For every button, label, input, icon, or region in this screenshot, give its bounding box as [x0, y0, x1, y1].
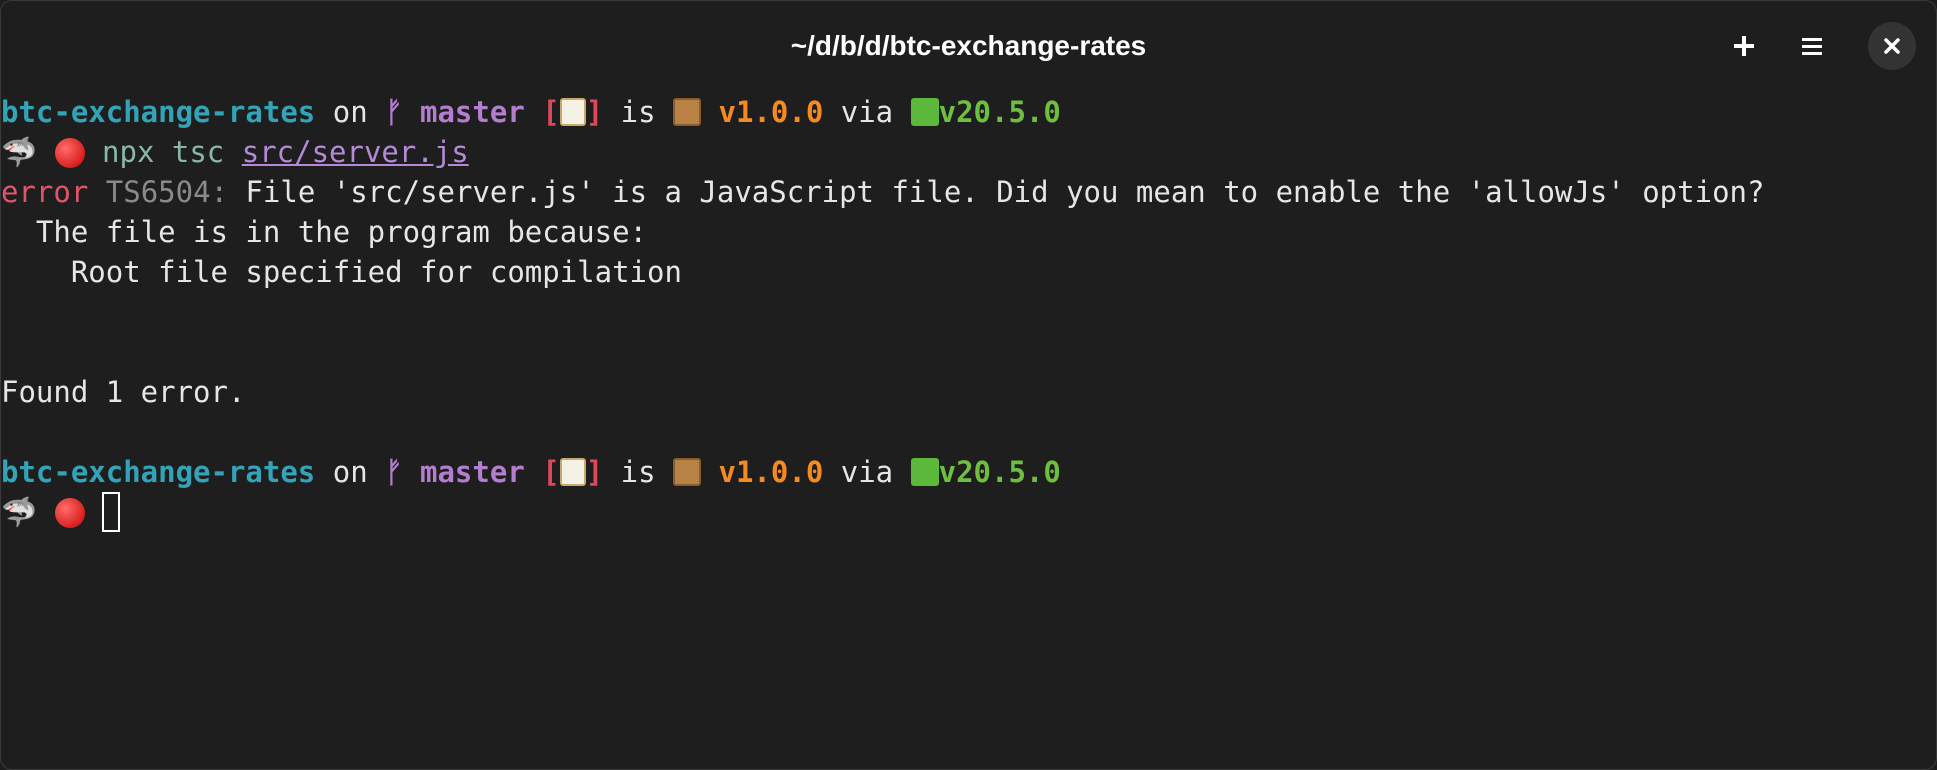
package-icon	[673, 458, 702, 486]
nodejs-icon	[910, 98, 939, 126]
command-arg-link[interactable]: src/server.js	[242, 135, 469, 169]
prompt-is: is	[620, 95, 656, 129]
prompt-via: via	[840, 455, 894, 489]
status-close: ]	[585, 455, 604, 489]
prompt-on: on	[332, 95, 368, 129]
command-line: 🦈 npx tsc src/server.js	[1, 132, 469, 172]
prompt-directory: btc-exchange-rates	[1, 95, 316, 129]
error-word: error	[1, 175, 89, 209]
prompt-line: btc-exchange-rates on ᚠ master [] is v1.…	[1, 92, 1061, 132]
git-branch-icon: ᚠ	[385, 95, 403, 129]
error-line: error TS6504: File 'src/server.js' is a …	[1, 172, 1764, 212]
close-icon	[1884, 38, 1900, 54]
package-version: v1.0.0	[718, 455, 824, 489]
memo-icon	[559, 458, 586, 486]
memo-icon	[559, 98, 586, 126]
red-circle-icon	[54, 498, 85, 528]
shark-icon: 🦈	[1, 135, 38, 169]
text-cursor[interactable]	[102, 492, 121, 532]
prompt-directory: btc-exchange-rates	[1, 455, 316, 489]
shark-icon: 🦈	[1, 495, 38, 529]
input-line[interactable]: 🦈	[1, 492, 121, 532]
window-title: ~/d/b/d/btc-exchange-rates	[790, 30, 1147, 61]
close-button[interactable]	[1868, 22, 1916, 70]
prompt-is: is	[620, 455, 656, 489]
prompt-branch: master	[420, 95, 525, 129]
terminal-output[interactable]: btc-exchange-rates on ᚠ master [] is v1.…	[1, 91, 1936, 769]
error-detail-line: The file is in the program because:	[1, 215, 648, 249]
new-tab-button[interactable]	[1720, 22, 1768, 70]
node-version: v20.5.0	[938, 455, 1061, 489]
prompt-line-2: btc-exchange-rates on ᚠ master [] is v1.…	[1, 452, 1061, 492]
error-code: TS6504:	[105, 175, 228, 209]
red-circle-icon	[54, 138, 85, 168]
command-name: npx tsc	[102, 135, 225, 169]
prompt-on: on	[332, 455, 368, 489]
package-icon	[673, 98, 702, 126]
status-close: ]	[585, 95, 604, 129]
nodejs-icon	[910, 458, 939, 486]
title-bar: ~/d/b/d/btc-exchange-rates	[1, 1, 1936, 91]
prompt-via: via	[840, 95, 894, 129]
git-branch-icon: ᚠ	[385, 455, 403, 489]
error-detail-line-2: Root file specified for compilation	[1, 255, 682, 289]
error-message: File 'src/server.js' is a JavaScript fil…	[245, 175, 1765, 209]
error-summary: Found 1 error.	[1, 375, 246, 409]
status-open: [	[542, 455, 560, 489]
node-version: v20.5.0	[938, 95, 1061, 129]
menu-icon	[1802, 38, 1822, 55]
package-version: v1.0.0	[718, 95, 824, 129]
plus-icon	[1734, 36, 1754, 56]
prompt-branch: master	[420, 455, 525, 489]
terminal-window: ~/d/b/d/btc-exchange-rates btc-exchange-…	[0, 0, 1937, 770]
status-open: [	[542, 95, 560, 129]
menu-button[interactable]	[1788, 22, 1836, 70]
